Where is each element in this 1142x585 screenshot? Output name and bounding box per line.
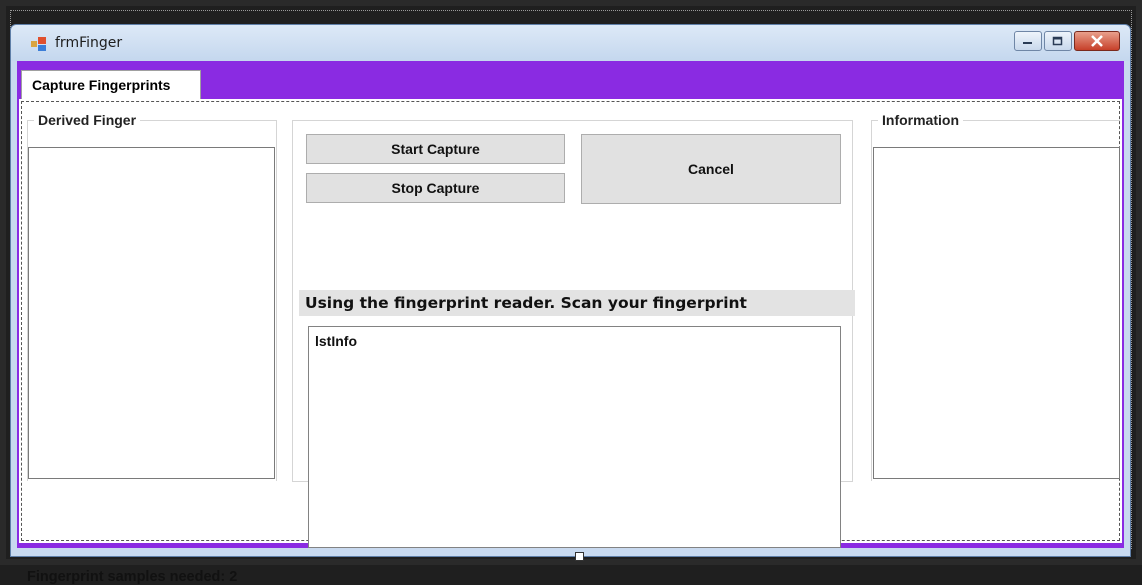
- tab-capture-fingerprints[interactable]: Capture Fingerprints: [21, 70, 201, 99]
- restore-button[interactable]: [1044, 31, 1072, 51]
- window-controls: [1014, 31, 1120, 51]
- stop-capture-button[interactable]: Stop Capture: [306, 173, 565, 203]
- scan-prompt-label: Using the fingerprint reader. Scan your …: [299, 290, 855, 316]
- derived-finger-legend: Derived Finger: [34, 112, 141, 128]
- information-legend: Information: [878, 112, 963, 128]
- resize-handle[interactable]: [575, 552, 584, 561]
- form-window: frmFinger Capture Fingerprints Derived F…: [10, 24, 1131, 585]
- close-icon: [1091, 35, 1103, 47]
- derived-finger-picture: [28, 147, 275, 479]
- title-bar[interactable]: frmFinger: [11, 25, 1130, 61]
- restore-icon: [1052, 36, 1063, 46]
- cancel-button[interactable]: Cancel: [581, 134, 841, 204]
- minimize-button[interactable]: [1014, 31, 1042, 51]
- close-button[interactable]: [1074, 31, 1120, 51]
- list-item[interactable]: lstInfo: [315, 333, 357, 349]
- window-title: frmFinger: [55, 35, 123, 51]
- information-panel: [873, 147, 1120, 479]
- form-client-area: Capture Fingerprints Derived Finger Star…: [17, 61, 1124, 585]
- samples-needed-label: Fingerprint samples needed: 2: [27, 569, 238, 585]
- app-icon: [31, 37, 46, 51]
- start-capture-button[interactable]: Start Capture: [306, 134, 565, 164]
- minimize-icon: [1023, 42, 1032, 44]
- tab-page-capture: Derived Finger Start Capture Stop Captur…: [19, 99, 1122, 585]
- info-listbox[interactable]: lstInfo: [308, 326, 841, 548]
